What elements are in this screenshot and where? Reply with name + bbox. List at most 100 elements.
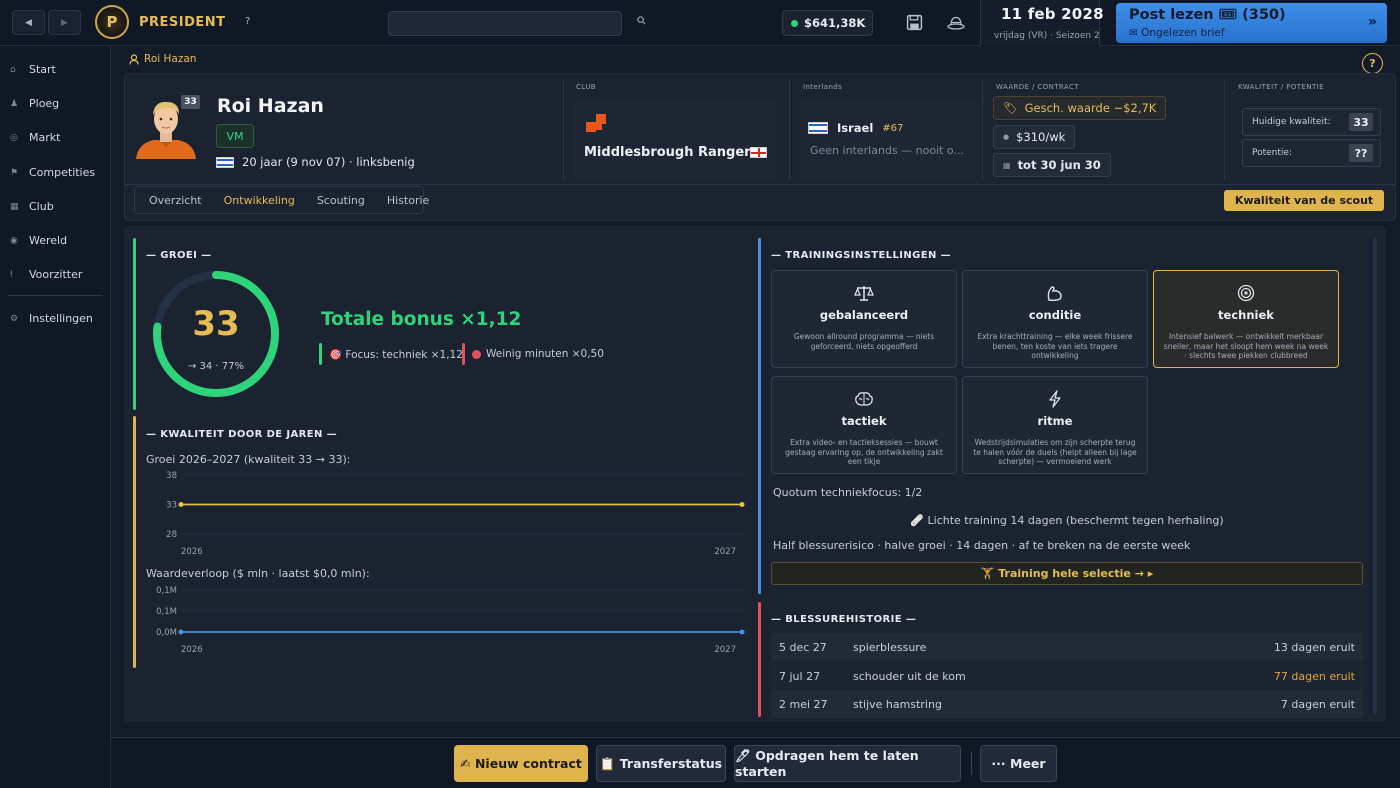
forward-arrow-icon: ▶ — [61, 17, 68, 28]
settings-icon: ⚙ — [10, 313, 19, 324]
home-icon: ⌂ — [10, 64, 16, 75]
sidebar-item-instellingen[interactable]: ⚙ Instellingen — [10, 312, 93, 325]
divider — [971, 752, 972, 775]
order-start-button[interactable]: 🖊 Opdragen hem te laten starten — [734, 745, 961, 782]
sidebar-item-ploeg[interactable]: ♟ Ploeg — [10, 97, 59, 110]
current-quality-row: Huidige kwaliteit: 33 — [1242, 108, 1381, 136]
value-section-label: WAARDE / CONTRACT — [996, 83, 1079, 91]
back-button[interactable]: ◀ — [12, 10, 45, 35]
scout-quality-button[interactable]: Kwaliteit van de scout — [1224, 190, 1384, 211]
contract-chip[interactable]: ▦ tot 30 jun 30 — [993, 153, 1111, 177]
training-card-techniek[interactable]: techniek Intensief balwerk — ontwikkelt … — [1153, 270, 1339, 368]
quality-accent — [133, 416, 136, 668]
estimated-value-chip[interactable]: 🏷 Gesch. waarde ~$2,7K — [993, 96, 1167, 120]
person-icon — [129, 53, 139, 65]
sidebar-item-label: Start — [29, 63, 56, 76]
sidebar-item-label: Voorzitter — [29, 268, 83, 281]
read-mail-button[interactable]: Post lezen 🎟 (350) ✉ Ongelezen brief » — [1116, 3, 1387, 43]
table-row: 7 jul 27 schouder uit de kom 77 dagen erui… — [771, 662, 1363, 690]
balance-display[interactable]: $641,38K — [782, 10, 873, 36]
save-icon[interactable] — [906, 14, 923, 31]
sidebar-item-label: Wereld — [29, 234, 68, 247]
sidebar-item-markt[interactable]: ◎ Markt — [10, 131, 60, 144]
scale-icon — [854, 284, 874, 302]
wage-chip[interactable]: ● $310/wk — [993, 125, 1076, 149]
current-quality-label: Huidige kwaliteit: — [1252, 117, 1331, 127]
calendar-icon: ▦ — [1003, 160, 1011, 170]
training-accent — [758, 238, 761, 594]
injury-accent — [758, 602, 761, 717]
more-button[interactable]: ··· Meer — [980, 745, 1057, 782]
sidebar: ⌂ Start ♟ Ploeg ◎ Markt ⚑ Competities ▦ Club … — [0, 46, 111, 788]
injury-type: schouder uit de kom — [853, 669, 966, 683]
training-card-desc: Extra video- en tactieksessies — bouwt g… — [785, 438, 943, 466]
competition-icon: ⚑ — [10, 167, 19, 178]
training-card-ritme[interactable]: ritme Wedstrijdsimulaties om zijn scherp… — [962, 376, 1148, 474]
data-point — [739, 502, 745, 507]
day-season: vrijdag (VR) · Seizoen 2 — [994, 31, 1100, 41]
international-card[interactable] — [801, 100, 979, 178]
potential-row: Potentie:?? — [1242, 139, 1381, 167]
y-tick-label: 0,1M — [156, 607, 177, 617]
y-tick-label: 28 — [166, 530, 177, 540]
new-contract-button[interactable]: ✍ Nieuw contract — [454, 745, 588, 782]
scrollbar[interactable] — [1373, 238, 1377, 714]
light-training-option[interactable]: 🩹 Lichte training 14 dagen (beschermt te… — [771, 514, 1363, 527]
help-button[interactable]: ? — [1362, 53, 1383, 74]
tab-overzicht[interactable]: Overzicht — [138, 189, 213, 211]
country-row: Israel #67 — [808, 121, 903, 135]
tag-icon: 🏷 — [1003, 101, 1018, 115]
sidebar-item-club[interactable]: ▦ Club — [10, 200, 54, 213]
forward-button[interactable]: ▶ — [48, 10, 81, 35]
breadcrumb-label: Roi Hazan — [144, 53, 197, 65]
training-card-tactiek[interactable]: tactiek Extra video- en tactieksessies —… — [771, 376, 957, 474]
divider — [1224, 80, 1225, 180]
team-training-button[interactable]: 🏋 Training hele selectie → ▸ — [771, 562, 1363, 585]
training-card-gebalanceerd[interactable]: gebalanceerd Gewoon allround programma —… — [771, 270, 957, 368]
current-quality-value: 33 — [1349, 113, 1373, 131]
sidebar-item-voorzitter[interactable]: ǃ Voorzitter — [10, 268, 82, 281]
player-name: Roi Hazan — [217, 95, 324, 117]
training-card-conditie[interactable]: conditie Extra krachttraining — elke wee… — [962, 270, 1148, 368]
search-icon[interactable] — [637, 16, 646, 25]
data-point — [739, 629, 745, 635]
injury-date: 7 jul 27 — [779, 669, 821, 683]
club-card[interactable] — [574, 100, 776, 178]
chairman-icon: ǃ — [10, 269, 13, 280]
tab-historie[interactable]: Historie — [376, 189, 440, 211]
estimated-value: Gesch. waarde ~$2,7K — [1024, 101, 1157, 115]
x-tick-label: 2027 — [714, 645, 736, 655]
player-header: 33 Roi Hazan VM 20 jaar (9 nov 07) · lin… — [124, 73, 1396, 221]
manager-hat-icon[interactable] — [947, 14, 965, 31]
tab-scouting[interactable]: Scouting — [306, 189, 376, 211]
transfer-status-button[interactable]: 📋 Transferstatus — [596, 745, 726, 782]
growth-accent — [133, 238, 136, 410]
position-badge: VM — [216, 124, 254, 148]
intl-section-label: Interlands — [803, 83, 843, 91]
sidebar-item-label: Competities — [29, 166, 96, 179]
x-tick-label: 2026 — [181, 547, 203, 557]
sidebar-item-start[interactable]: ⌂ Start — [10, 63, 56, 76]
table-row: 2 mei 27 stijve hamstring 7 dagen eruit — [771, 690, 1363, 718]
potential-value: ?? — [1349, 144, 1373, 162]
sidebar-item-competities[interactable]: ⚑ Competities — [10, 166, 95, 179]
y-tick-label: 0,0M — [156, 628, 177, 638]
tab-ontwikkeling[interactable]: Ontwikkeling — [213, 189, 306, 211]
target-icon — [1236, 284, 1256, 302]
injury-history-title: — BLESSUREHISTORIE — — [771, 614, 917, 625]
globe-icon: ◉ — [10, 235, 18, 246]
sidebar-item-wereld[interactable]: ◉ Wereld — [10, 234, 67, 247]
focus-bonus: 🎯 Focus: techniek ×1,12 — [329, 349, 463, 361]
status-dot-icon — [791, 19, 798, 27]
red-dot-icon — [472, 349, 481, 359]
quality-line-chart: 38 33 28 2026 2027 — [166, 471, 745, 557]
table-row: 5 dec 27 spierblessure 13 dagen eruit — [771, 633, 1363, 661]
help-top-icon[interactable]: ? — [245, 16, 250, 27]
injury-date: 5 dec 27 — [779, 640, 827, 654]
coin-icon: ● — [1003, 133, 1010, 141]
training-card-desc: Intensief balwerk — ontwikkelt merkbaar … — [1163, 332, 1329, 360]
top-bar: ◀ ▶ P PRESIDENT ? $641,38K 11 feb 2028 v… — [0, 0, 1400, 46]
search-input[interactable] — [388, 11, 622, 36]
development-panel: — GROEI — 33 → 34 · 77% Totale bonus ×1,… — [124, 226, 1386, 722]
country-rank: #67 — [882, 122, 904, 134]
